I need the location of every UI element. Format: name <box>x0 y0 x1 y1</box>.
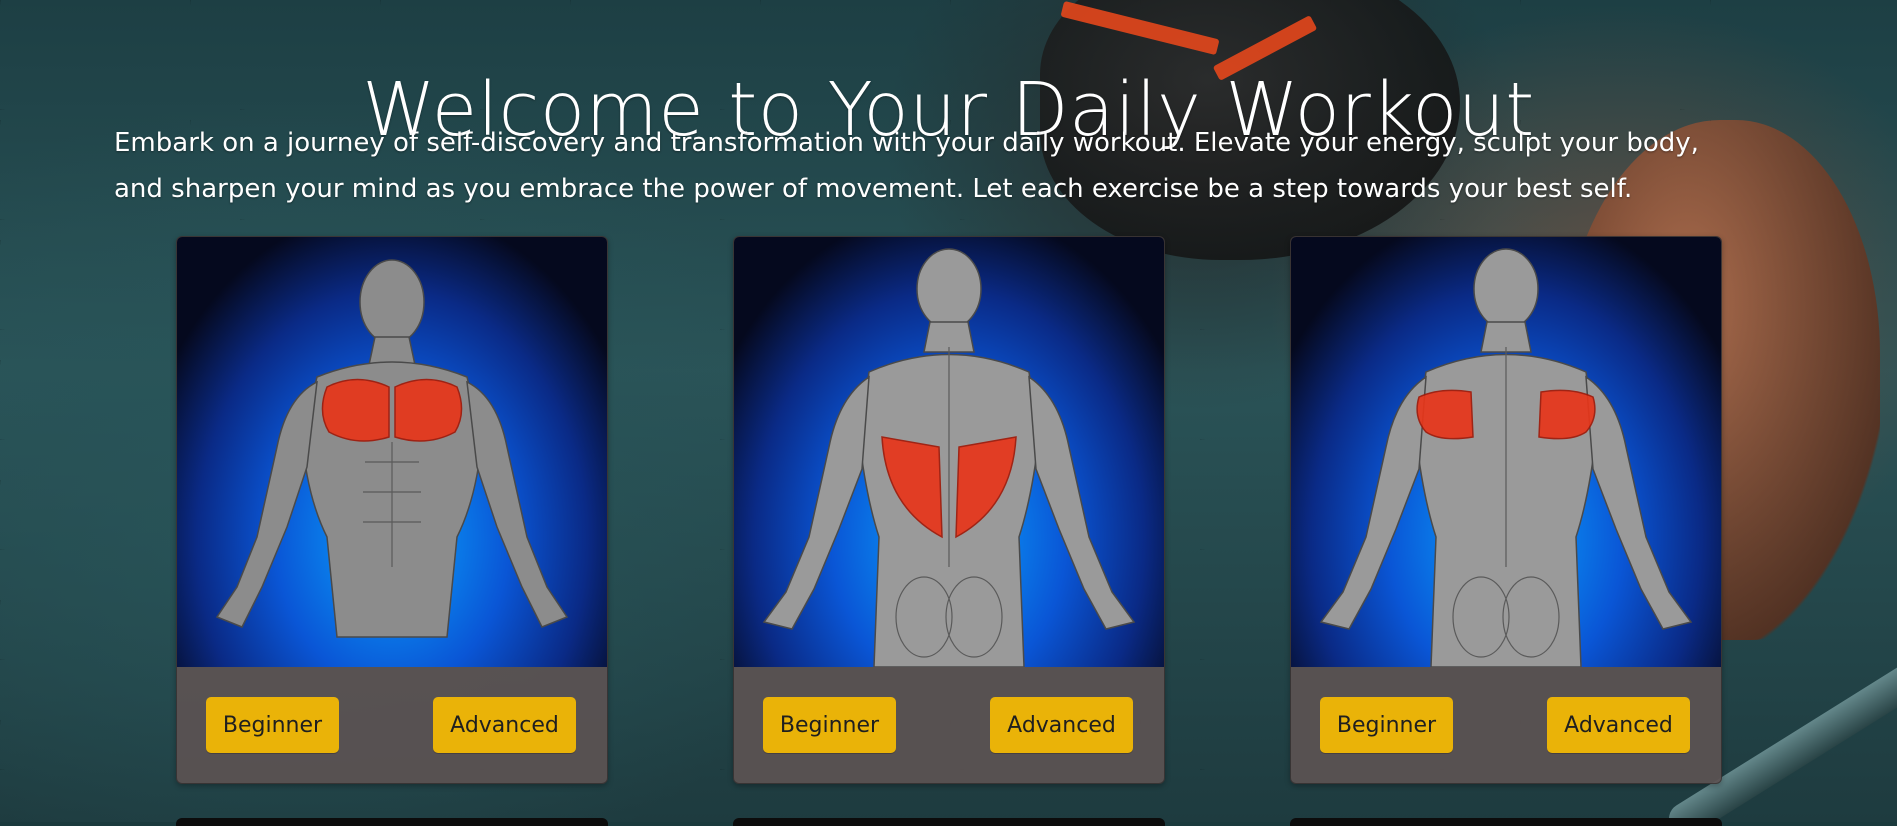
beginner-button[interactable]: Beginner <box>763 697 896 753</box>
intro-text: Embark on a journey of self-discovery an… <box>114 128 1699 204</box>
workout-card-chest: Beginner Advanced <box>176 236 608 784</box>
workout-card-shoulders: Beginner Advanced <box>1290 236 1722 784</box>
card-actions: Beginner Advanced <box>1291 667 1721 783</box>
advanced-button[interactable]: Advanced <box>990 697 1133 753</box>
next-card-top-edge <box>176 818 608 826</box>
beginner-button[interactable]: Beginner <box>206 697 339 753</box>
next-card-top-edge <box>1290 818 1722 826</box>
advanced-button[interactable]: Advanced <box>433 697 576 753</box>
chest-muscles-figure <box>177 237 607 667</box>
advanced-button[interactable]: Advanced <box>1547 697 1690 753</box>
next-card-top-edge <box>733 818 1165 826</box>
back-lats-muscles-figure <box>734 237 1164 667</box>
workout-card-back: Beginner Advanced <box>733 236 1165 784</box>
card-actions: Beginner Advanced <box>734 667 1164 783</box>
beginner-button[interactable]: Beginner <box>1320 697 1453 753</box>
rear-delts-muscles-figure <box>1291 237 1721 667</box>
card-actions: Beginner Advanced <box>177 667 607 783</box>
